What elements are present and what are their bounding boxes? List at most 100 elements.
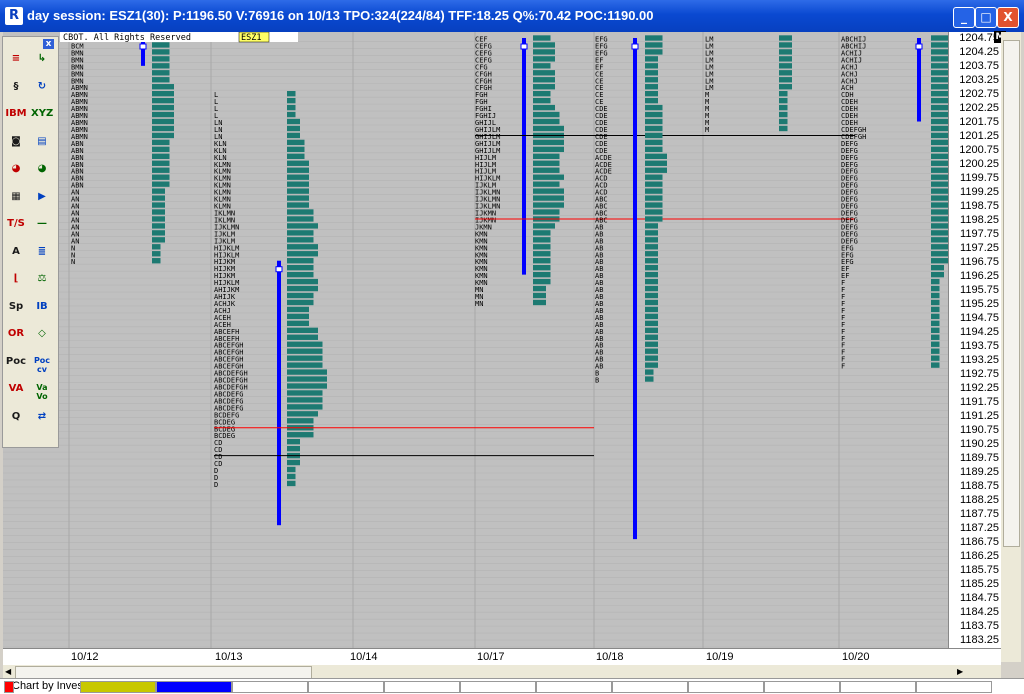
color-swatch[interactable] (460, 681, 536, 693)
histogram-bar (287, 480, 296, 487)
histogram-bar (931, 216, 948, 222)
histogram-bar (152, 174, 170, 180)
histogram-bar (152, 63, 170, 69)
histogram-bar (533, 139, 564, 146)
histogram-bar (287, 320, 309, 327)
price-label: 1203.25 (959, 74, 999, 86)
color-swatch[interactable] (232, 681, 308, 693)
scroll-left-icon[interactable]: ◀ (5, 667, 11, 676)
histogram-bar (287, 258, 314, 264)
settings-list-icon[interactable]: ≡ (5, 53, 27, 75)
bracket-icon[interactable]: ⌊ (5, 273, 27, 295)
histogram-bar (287, 418, 314, 424)
zoom-icon[interactable]: Q (5, 411, 27, 433)
value-area-icon[interactable]: VA (5, 383, 27, 405)
balance-icon[interactable]: ⚖ (31, 273, 53, 295)
vertical-scroll-thumb[interactable] (1003, 40, 1020, 547)
line-icon[interactable]: — (31, 218, 53, 240)
opening-range-icon[interactable]: OR (5, 328, 27, 350)
histogram-bar (779, 77, 792, 83)
minimize-button[interactable]: _ (953, 7, 975, 28)
color-swatch[interactable] (536, 681, 612, 693)
scroll-icon[interactable]: § (5, 81, 27, 103)
ibm-symbol-icon[interactable]: IBM (5, 108, 27, 130)
histogram-bar (287, 230, 314, 236)
histogram-bar (931, 35, 948, 41)
poc-icon[interactable]: Poc (5, 356, 27, 378)
histogram-bar (287, 251, 318, 257)
histogram-bar (287, 445, 300, 452)
refresh-icon[interactable]: ↻ (31, 81, 53, 103)
tpo-letters: B (595, 377, 599, 385)
color-swatch[interactable] (840, 681, 916, 693)
histogram-bar (645, 139, 663, 146)
color-swatch[interactable] (156, 681, 232, 693)
color-swatch[interactable] (612, 681, 688, 693)
histogram-bar (533, 91, 551, 97)
color-swatch[interactable] (764, 681, 840, 693)
histogram-bar (779, 42, 792, 48)
color-wheel-icon[interactable]: ◕ (5, 163, 27, 185)
document-icon[interactable]: ▤ (31, 136, 53, 158)
color-swatch[interactable] (4, 681, 14, 693)
histogram-bar (287, 278, 318, 285)
price-label: 1189.25 (960, 466, 999, 478)
histogram-bar (287, 285, 318, 292)
histogram-bar (645, 348, 658, 354)
histogram-bar (645, 35, 663, 41)
histogram-bar (287, 459, 300, 466)
market-profile-chart[interactable]: BCMBCMBMNBMNBMNBMNBMNABMNABMNABMNABMNABM… (3, 32, 948, 648)
close-button[interactable]: X (997, 7, 1019, 28)
split-icon[interactable]: Sp (5, 301, 27, 323)
app-icon[interactable]: R (5, 7, 23, 25)
histogram-bar (287, 153, 305, 159)
histogram-bar (931, 174, 948, 180)
histogram-bar (152, 125, 174, 132)
histogram-bar (152, 188, 165, 194)
price-label: 1188.25 (960, 494, 999, 506)
horizontal-scrollbar[interactable]: ◀ ▶ (3, 665, 1001, 679)
histogram-bar (533, 111, 560, 118)
color-swatch[interactable] (916, 681, 992, 693)
histogram-bar (645, 174, 663, 180)
histogram-bar (287, 97, 296, 104)
va-vo-icon[interactable]: Va Vo (31, 383, 53, 405)
histogram-bar (931, 362, 940, 368)
histogram-bar (931, 84, 948, 90)
scroll-right-icon[interactable]: ▶ (957, 667, 963, 676)
color-wheel-2-icon[interactable]: ◕ (31, 163, 53, 185)
poc-cv-icon[interactable]: Poc cv (31, 356, 53, 378)
value-area-bar (277, 260, 281, 526)
play-icon[interactable]: ▶ (31, 191, 53, 213)
ib-icon[interactable]: IB (31, 301, 53, 323)
vertical-scrollbar[interactable] (1001, 32, 1021, 662)
tpo-size-icon[interactable]: T/S (5, 218, 27, 240)
move-icon[interactable]: ⇄ (31, 411, 53, 433)
histogram-bar (287, 160, 309, 166)
histogram-bar (931, 160, 948, 166)
histogram-bar (645, 320, 658, 327)
color-swatch[interactable] (308, 681, 384, 693)
histogram-bar (533, 49, 555, 55)
close-icon[interactable]: x (43, 39, 54, 49)
color-swatch[interactable] (80, 681, 156, 693)
histogram-bar (152, 237, 165, 243)
histogram-bar (931, 327, 940, 333)
xyz-icon[interactable]: XYZ (31, 108, 53, 130)
histogram-bar (931, 132, 948, 139)
histogram-bar (779, 91, 788, 97)
grid-icon[interactable]: ▦ (5, 191, 27, 213)
align-icon[interactable]: ≣ (31, 246, 53, 268)
price-label: 1193.75 (960, 340, 999, 352)
maximize-button[interactable]: □ (975, 7, 997, 28)
histogram-bar (287, 466, 296, 473)
diamond-icon[interactable]: ◇ (31, 328, 53, 350)
camera-icon[interactable]: ◙ (5, 136, 27, 158)
export-arrow-icon[interactable]: ↳ (31, 53, 53, 75)
color-swatch[interactable] (384, 681, 460, 693)
histogram-bar (645, 376, 654, 382)
histogram-bar (645, 237, 658, 243)
value-area-handle (275, 266, 283, 273)
font-icon[interactable]: A (5, 246, 27, 268)
color-swatch[interactable] (688, 681, 764, 693)
